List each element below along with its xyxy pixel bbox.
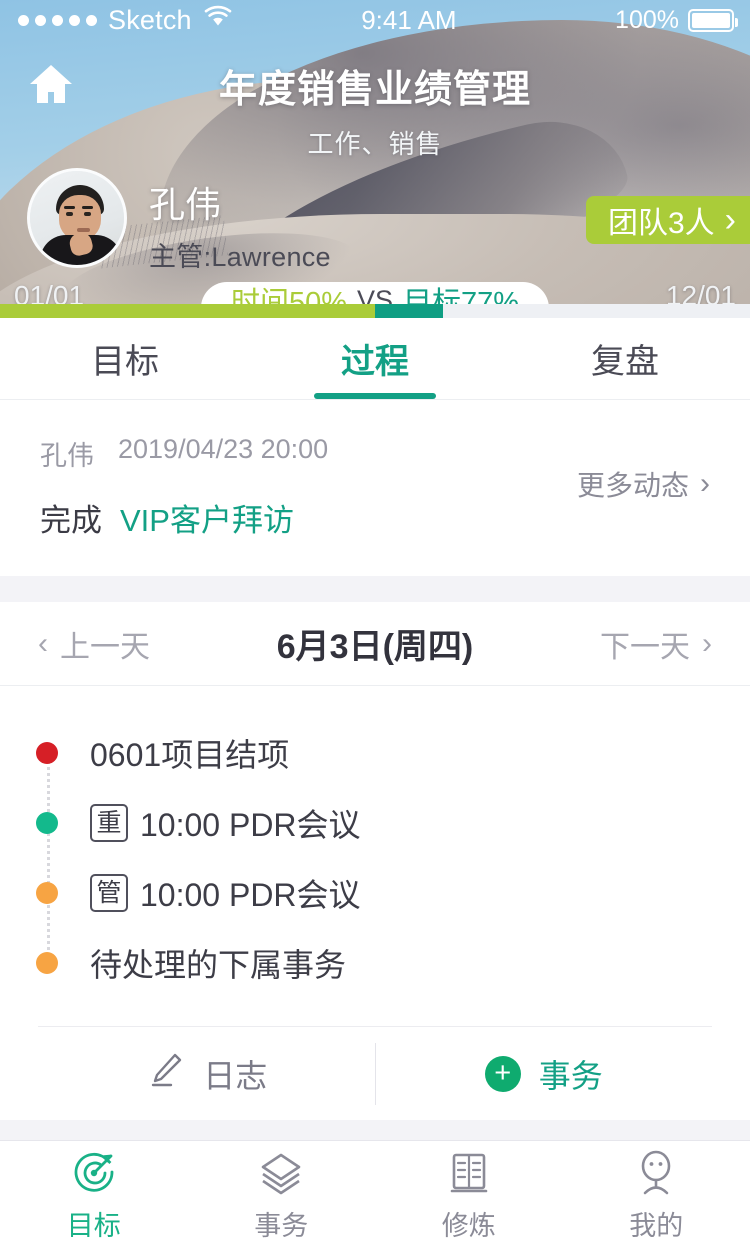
activity-body: 完成 VIP客户拜访 xyxy=(40,495,328,540)
person-icon xyxy=(632,1148,680,1196)
hero-header: Sketch 9:41 AM 100% 年度销售业绩管理 工作、销售 孔伟 主管… xyxy=(0,0,750,318)
priority-tag-badge: 重 xyxy=(90,804,128,842)
nav-item-profile-label: 我的 xyxy=(629,1211,684,1241)
manage-tag-badge: 管 xyxy=(90,874,128,912)
nav-item-training[interactable]: 修炼 xyxy=(375,1141,563,1250)
timeline-dot xyxy=(36,742,58,764)
activity-action: 完成 xyxy=(40,503,102,538)
battery-percent-label: 100% xyxy=(615,5,679,34)
signal-strength-icon xyxy=(18,14,97,26)
prev-day-label: 上一天 xyxy=(60,630,150,664)
action-row: 日志 + 事务 xyxy=(38,1026,712,1120)
nav-item-goal[interactable]: 目标 xyxy=(0,1141,188,1250)
nav-item-training-label: 修炼 xyxy=(441,1211,496,1241)
activity-meta: 孔伟 2019/04/23 20:00 xyxy=(40,434,328,473)
activity-text-block: 孔伟 2019/04/23 20:00 完成 VIP客户拜访 xyxy=(40,434,328,540)
add-task-button[interactable]: + 事务 xyxy=(376,1027,713,1120)
list-item[interactable]: 管 10:00 PDR会议 xyxy=(0,858,750,928)
nav-item-profile[interactable]: 我的 xyxy=(563,1141,750,1250)
next-day-button[interactable]: 下一天 › xyxy=(600,622,712,666)
carrier-label: Sketch xyxy=(108,4,192,35)
list-item[interactable]: 0601项目结项 xyxy=(0,718,750,788)
timeline-dot xyxy=(36,812,58,834)
more-dynamic-label: 更多动态 xyxy=(576,470,689,501)
plus-circle-icon: + xyxy=(484,1055,521,1092)
team-badge-label: 团队3人 xyxy=(607,207,715,240)
progress-segment-goal xyxy=(375,304,443,318)
timeline-item-text: 管 10:00 PDR会议 xyxy=(90,870,361,916)
tab-goal[interactable]: 目标 xyxy=(0,318,250,399)
chevron-left-icon: ‹ xyxy=(38,626,48,660)
timeline-item-label: 待处理的下属事务 xyxy=(90,947,347,983)
timeline-item-text: 待处理的下属事务 xyxy=(90,940,346,986)
page-subtitle: 工作、销售 xyxy=(307,129,443,159)
progress-bar xyxy=(0,304,750,318)
book-icon xyxy=(445,1148,493,1196)
add-log-button[interactable]: 日志 xyxy=(38,1027,375,1120)
timeline-item-text: 0601项目结项 xyxy=(90,730,289,776)
timeline-list: 0601项目结项 重 10:00 PDR会议 管 10:00 PDR会议 待处理… xyxy=(0,686,750,1120)
list-item[interactable]: 重 10:00 PDR会议 xyxy=(0,788,750,858)
section-divider-band xyxy=(0,576,750,602)
next-day-label: 下一天 xyxy=(600,630,690,664)
avatar[interactable] xyxy=(27,168,127,268)
add-task-label: 事务 xyxy=(538,1057,603,1094)
tab-process[interactable]: 过程 xyxy=(250,318,500,399)
bottom-navigation: 目标 事务 修炼 我的 xyxy=(0,1140,750,1250)
activity-timestamp: 2019/04/23 20:00 xyxy=(118,434,329,464)
title-block: 年度销售业绩管理 工作、销售 xyxy=(0,58,750,161)
home-icon[interactable] xyxy=(28,62,74,111)
chevron-right-icon: › xyxy=(700,467,710,500)
nav-item-goal-label: 目标 xyxy=(66,1211,121,1241)
user-role: 主管:Lawrence xyxy=(149,242,331,272)
nav-item-tasks[interactable]: 事务 xyxy=(188,1141,376,1250)
user-info: 孔伟 主管:Lawrence xyxy=(149,168,331,274)
progress-segment-time xyxy=(0,304,375,318)
layers-icon xyxy=(257,1148,305,1196)
current-day-title: 6月3日(周四) xyxy=(276,628,474,666)
timeline-item-label: 10:00 PDR会议 xyxy=(140,877,361,913)
page-title: 年度销售业绩管理 xyxy=(218,69,531,111)
user-block[interactable]: 孔伟 主管:Lawrence xyxy=(27,168,331,274)
activity-author: 孔伟 xyxy=(40,441,94,471)
activity-card[interactable]: 孔伟 2019/04/23 20:00 完成 VIP客户拜访 更多动态 › xyxy=(0,400,750,576)
more-dynamic-link[interactable]: 更多动态 › xyxy=(577,434,710,504)
target-dart-icon xyxy=(70,1148,118,1196)
status-bar-right: 100% xyxy=(615,6,750,35)
status-bar-left: Sketch xyxy=(0,5,233,36)
timeline-item-label: 0601项目结项 xyxy=(90,737,290,773)
status-bar: Sketch 9:41 AM 100% xyxy=(0,0,750,40)
battery-full-icon xyxy=(688,8,738,32)
day-navigator: ‹ 上一天 6月3日(周四) 下一天 › xyxy=(0,602,750,686)
timeline-dot xyxy=(36,882,58,904)
tab-review[interactable]: 复盘 xyxy=(500,318,750,399)
clock-label: 9:41 AM xyxy=(361,4,457,35)
timeline-item-label: 10:00 PDR会议 xyxy=(140,807,361,843)
pencil-icon xyxy=(145,1050,185,1098)
tab-bar: 目标 过程 复盘 xyxy=(0,318,750,400)
nav-item-tasks-label: 事务 xyxy=(254,1211,309,1241)
add-log-label: 日志 xyxy=(203,1057,268,1094)
timeline-item-text: 重 10:00 PDR会议 xyxy=(90,800,361,846)
user-name: 孔伟 xyxy=(149,184,222,225)
chevron-right-icon: › xyxy=(724,201,736,239)
list-item[interactable]: 待处理的下属事务 xyxy=(0,928,750,998)
timeline-dot xyxy=(36,952,58,974)
activity-object[interactable]: VIP客户拜访 xyxy=(120,495,294,540)
team-badge[interactable]: 团队3人 › xyxy=(585,196,750,244)
prev-day-button[interactable]: ‹ 上一天 xyxy=(38,622,150,666)
chevron-right-icon: › xyxy=(702,626,712,660)
